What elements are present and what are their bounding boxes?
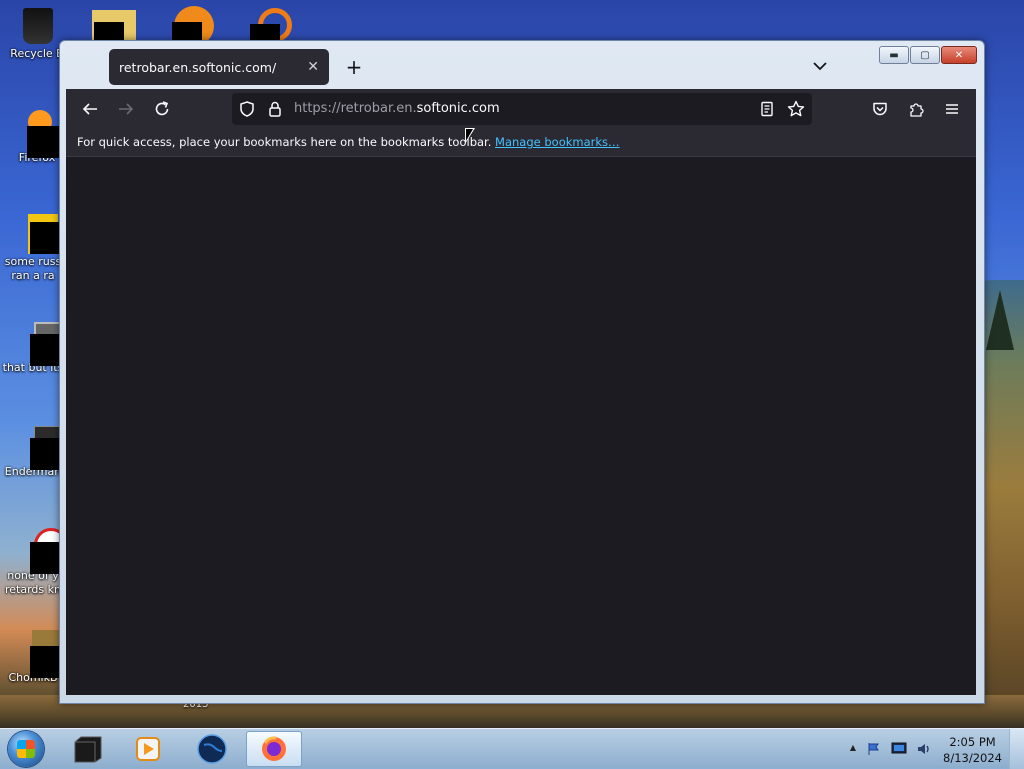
pocket-button[interactable] [868,97,892,121]
desktop-icon-enderman[interactable]: Enderman [0,424,66,479]
folder-icon [16,320,62,366]
start-button[interactable] [8,731,44,767]
page-content[interactable] [66,157,976,695]
taskbar-firefox[interactable] [246,731,302,767]
hidden-desktop-icon [250,8,294,42]
app-icon [16,424,62,470]
lock-icon[interactable] [266,100,284,118]
bookmarks-toolbar: For quick access, place your bookmarks h… [66,129,976,157]
forward-arrow-icon [119,103,134,115]
network-icon[interactable] [890,741,908,757]
pocket-icon [873,102,887,116]
volume-icon[interactable] [916,741,932,757]
action-center-flag-icon[interactable] [866,741,882,757]
app-icon [16,630,62,678]
desktop-icon-that-but-its[interactable]: that but its [0,320,66,375]
desktop-icon-recycle-bin[interactable]: Recycle B [8,6,66,61]
clock-date: 8/13/2024 [943,751,1002,765]
tab-title: retrobar.en.softonic.com/ [119,59,277,75]
globe-icon [197,734,227,764]
manage-bookmarks-link[interactable]: Manage bookmarks… [495,135,620,149]
taskbar-media-player[interactable] [120,731,176,767]
desktop-icon-none-of-y[interactable]: none of y retards kn [0,528,68,597]
media-player-icon [136,737,160,761]
chevron-down-icon [813,62,827,71]
desktop-icon-label-line2: ran a ra [11,269,55,282]
back-arrow-icon [82,103,97,115]
browser-window: ▬ ▢ ✕ retrobar.en.softonic.com/ ✕ + http… [59,40,985,704]
url-text[interactable]: https://retrobar.en.softonic.com [294,101,500,116]
taskbar-app-1[interactable] [60,731,116,767]
puzzle-piece-icon [910,103,924,117]
file-icon [16,214,62,254]
hamburger-menu-icon [946,104,958,114]
taskbar: ▲ 2:05 PM 8/13/2024 [0,728,1024,769]
recycle-bin-icon [20,6,54,44]
back-button[interactable] [78,97,102,121]
taskbar-clock[interactable]: 2:05 PM 8/13/2024 [943,734,1002,766]
taskbar-globe-app[interactable] [184,731,240,767]
background-tree [986,290,1014,350]
shield-icon[interactable] [238,100,256,118]
tab-active[interactable]: retrobar.en.softonic.com/ ✕ [109,49,329,85]
url-prefix: https://retrobar.en. [294,101,417,116]
desktop-icon-firefox[interactable]: Firefox [8,110,66,165]
reload-button[interactable] [150,97,174,121]
tab-list-button[interactable] [810,56,830,76]
folder-app-icon [74,736,102,763]
desktop-icon-some-russ[interactable]: some russ ran a ra [0,214,66,283]
show-hidden-icons-button[interactable]: ▲ [850,743,856,752]
url-domain: softonic.com [416,101,500,116]
address-bar[interactable]: https://retrobar.en.softonic.com [232,93,812,125]
new-tab-button[interactable]: + [342,55,366,79]
extensions-button[interactable] [904,97,928,121]
star-bookmark-icon[interactable] [786,99,806,119]
desktop-icon-chomik[interactable]: ChomikB [0,630,66,685]
firefox-icon [262,736,286,761]
reader-view-icon[interactable] [758,100,776,118]
forward-button[interactable] [114,97,138,121]
desktop-icon-label: Recycle B [10,47,64,60]
tab-close-button[interactable]: ✕ [307,59,319,75]
hidden-desktop-icon [92,10,136,40]
reload-icon [155,101,169,116]
hidden-desktop-icon [172,6,216,46]
firefox-icon [20,110,59,158]
app-menu-button[interactable] [940,97,964,121]
desktop-icon-label-line1: some russ [4,255,62,268]
app-icon [16,528,68,574]
tab-strip: retrobar.en.softonic.com/ ✕ + [66,47,978,89]
show-desktop-button[interactable] [1009,729,1024,769]
bookmarks-toolbar-message: For quick access, place your bookmarks h… [77,135,492,149]
nav-toolbar: https://retrobar.en.softonic.com [66,89,976,129]
clock-time: 2:05 PM [949,735,996,749]
mouse-cursor [465,128,475,144]
desktop-icon-label-line2: retards kn [5,583,61,596]
